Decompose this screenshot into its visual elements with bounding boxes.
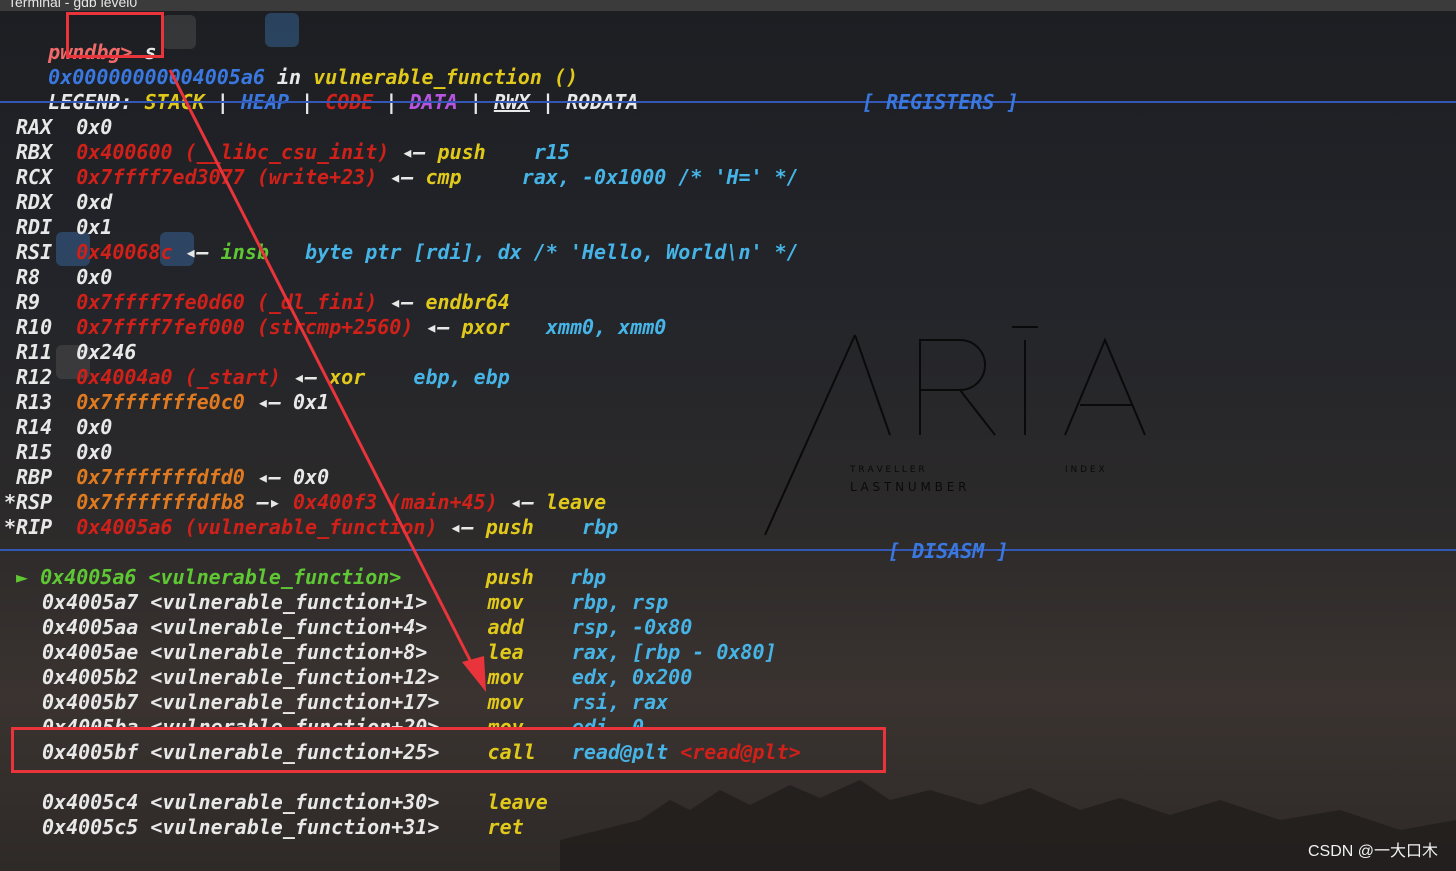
- window-titlebar: Terminal - gdb level0: [0, 0, 1456, 11]
- registers-header: [ REGISTERS ]: [862, 90, 1019, 114]
- window-title: Terminal - gdb level0: [8, 0, 138, 10]
- reg-r10: R10 0x7ffff7fef000 (strcmp+2560) ◂— pxor…: [16, 315, 667, 339]
- disasm-header: [ DISASM ]: [888, 539, 1009, 563]
- disasm-line: 0x4005c4 <vulnerable_function+30> leave: [42, 790, 548, 814]
- reg-rbp: RBP 0x7fffffffdfd0 ◂— 0x0: [16, 465, 330, 489]
- reg-rbx: RBX 0x400600 (__libc_csu_init) ◂— push r…: [16, 140, 570, 164]
- reg-r13: R13 0x7fffffffe0c0 ◂— 0x1: [16, 390, 330, 414]
- reg-rdx: RDX 0xd: [16, 190, 113, 214]
- disasm-line: 0x4005c5 <vulnerable_function+31> ret: [42, 815, 524, 839]
- disasm-line: 0x4005b2 <vulnerable_function+12> mov ed…: [42, 665, 693, 689]
- disasm-line: 0x4005a7 <vulnerable_function+1> mov rbp…: [42, 590, 669, 614]
- disasm-line: 0x4005b7 <vulnerable_function+17> mov rs…: [42, 690, 669, 714]
- current-marker: ►: [16, 565, 29, 589]
- reg-rcx: RCX 0x7ffff7ed3077 (write+23) ◂— cmp rax…: [16, 165, 799, 189]
- reg-rdi: RDI 0x1: [16, 215, 113, 239]
- reg-r14: R14 0x0: [16, 415, 113, 439]
- disasm-line: 0x4005ae <vulnerable_function+8> lea rax…: [42, 640, 777, 664]
- disasm-line: 0x4005aa <vulnerable_function+4> add rsp…: [42, 615, 693, 639]
- reg-r8: R8 0x0: [16, 265, 113, 289]
- reg-r12: R12 0x4004a0 (_start) ◂— xor ebp, ebp: [16, 365, 510, 389]
- reg-r11: R11 0x246: [16, 340, 137, 364]
- reg-rsi: RSI 0x40068c ◂— insb byte ptr [rdi], dx …: [16, 240, 799, 264]
- disasm-separator: [0, 549, 1456, 551]
- registers-separator: [0, 101, 1456, 103]
- disasm-line-current: ► 0x4005a6 <vulnerable_function> push rb…: [16, 565, 607, 589]
- legend-line: LEGEND: STACK | HEAP | CODE | DATA | RWX…: [48, 90, 639, 114]
- watermark: CSDN @一大口木: [1307, 843, 1438, 860]
- reg-rip: *RIP 0x4005a6 (vulnerable_function) ◂— p…: [4, 515, 619, 539]
- reg-rax: RAX 0x0: [16, 115, 113, 139]
- reg-rsp: *RSP 0x7fffffffdfb8 —▸ 0x400f3 (main+45)…: [4, 490, 607, 514]
- reg-r15: R15 0x0: [16, 440, 113, 464]
- annotation-box-call: [11, 727, 886, 773]
- reg-r9: R9 0x7ffff7fe0d60 (_dl_fini) ◂— endbr64: [16, 290, 510, 314]
- annotation-box-command: [66, 12, 164, 58]
